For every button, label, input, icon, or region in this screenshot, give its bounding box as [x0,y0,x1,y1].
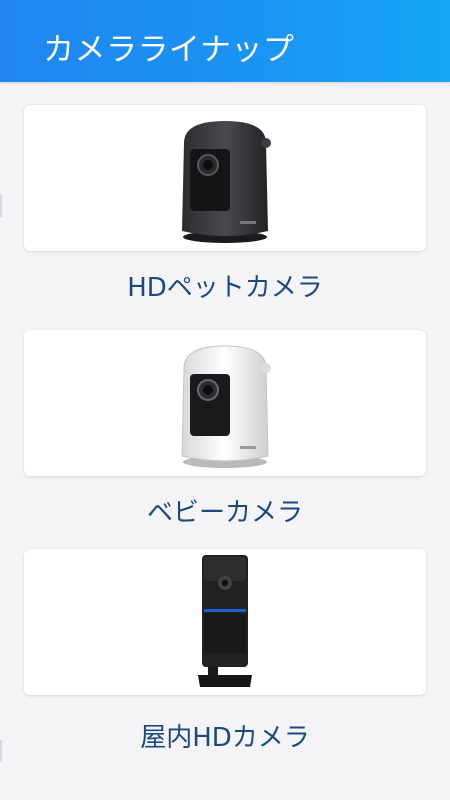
product-label[interactable]: HDペットカメラ [0,267,450,304]
product-label[interactable]: ベビーカメラ [0,492,450,529]
product-card-indoor-camera[interactable] [24,549,426,695]
pet-camera-black-icon [182,121,271,243]
scroll-edge-mark [0,195,2,217]
product-card-baby-camera[interactable] [24,330,426,476]
indoor-hd-camera-icon [198,555,252,687]
app-header: カメラライナップ [0,0,450,82]
page-title: カメラライナップ [43,32,295,68]
product-card-pet-camera[interactable] [24,105,426,251]
product-label[interactable]: 屋内HDカメラ [0,717,450,754]
baby-camera-white-icon [181,345,271,468]
